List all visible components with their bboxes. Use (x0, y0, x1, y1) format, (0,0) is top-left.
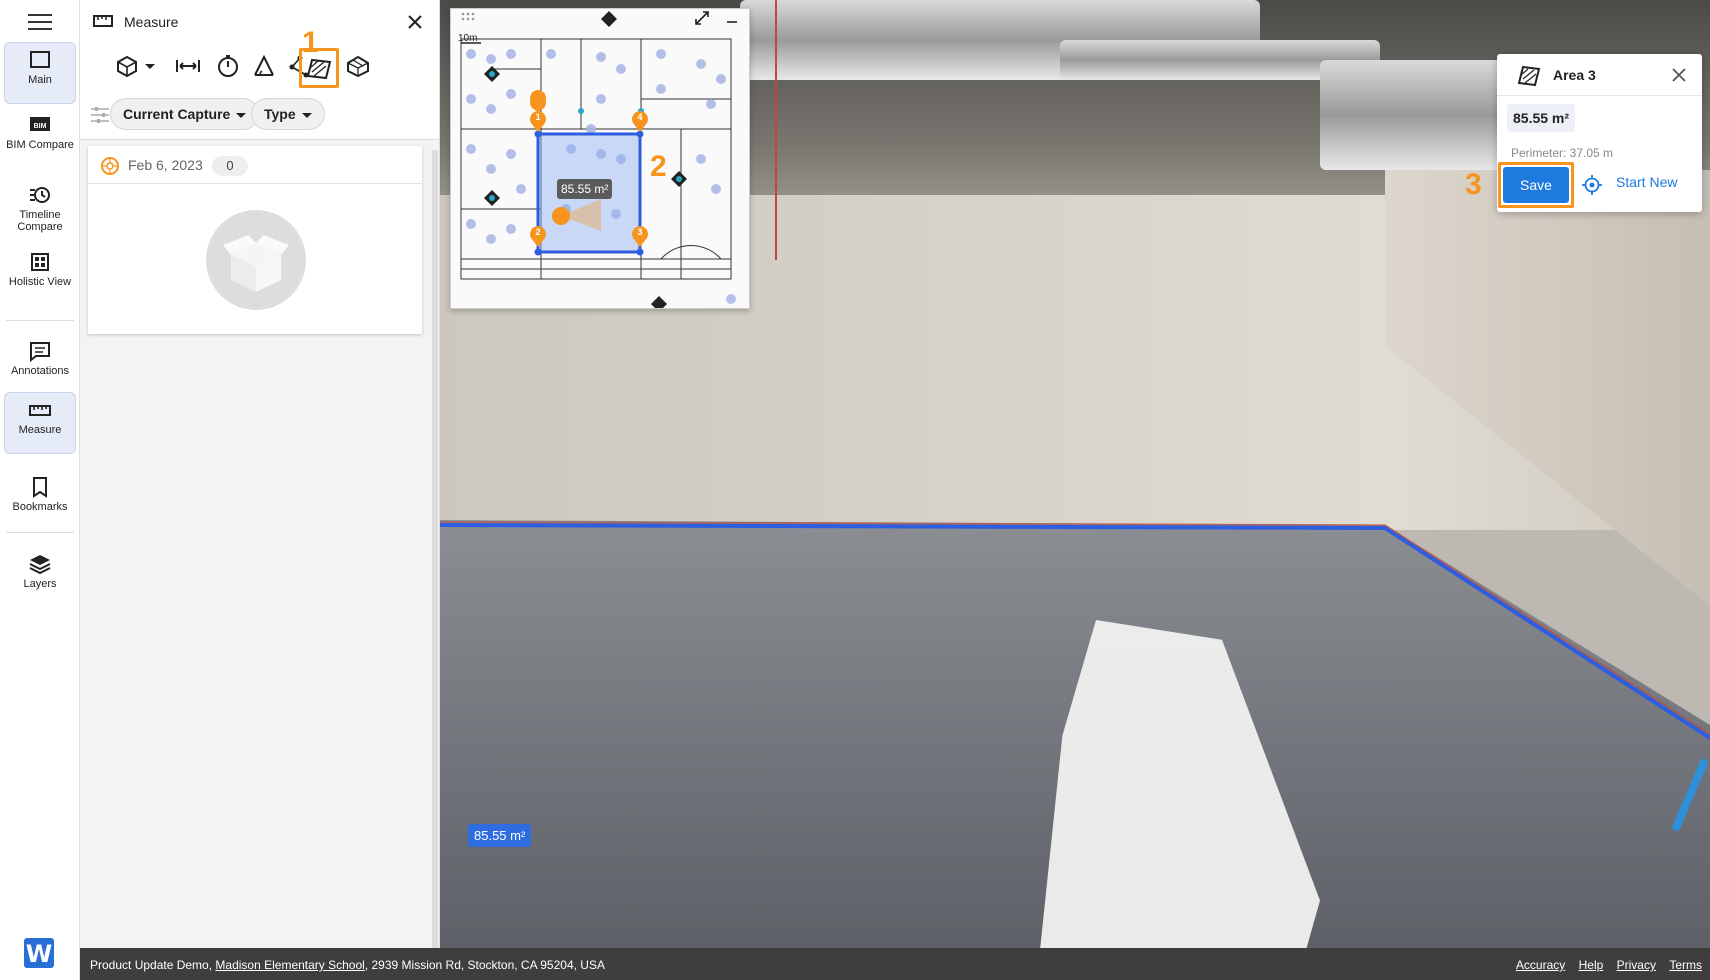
step-marker-1: 1 (302, 26, 319, 59)
measure-toolbar (80, 44, 439, 90)
close-icon[interactable] (405, 12, 425, 32)
perimeter-text: Perimeter: 37.05 m (1511, 146, 1614, 160)
map-scale: 10m (458, 33, 478, 44)
step-marker-3: 3 (1465, 168, 1482, 201)
nav-bookmarks[interactable]: Bookmarks (4, 470, 76, 518)
volume-tool[interactable] (342, 50, 374, 82)
accuracy-link[interactable]: Accuracy (1516, 958, 1565, 972)
capture-card[interactable]: Feb 6, 2023 0 (88, 146, 422, 334)
expand-icon[interactable] (693, 9, 711, 27)
project-name: Product Update Demo, (90, 958, 216, 972)
capture-filter-label: Current Capture (123, 106, 231, 122)
nav-bim-compare[interactable]: BIM BIM Compare (4, 108, 76, 166)
app-logo: W (24, 938, 54, 968)
sliders-icon[interactable] (90, 106, 110, 124)
panel-scrollbar[interactable] (432, 150, 438, 948)
caret-down-icon (236, 112, 247, 118)
marker-label: 2 (535, 227, 540, 237)
floorplan-minimap[interactable]: 1 2 3 4 10m 85.55 m² (450, 8, 750, 309)
capture-filter-dropdown[interactable]: Current Capture (110, 98, 260, 130)
measurement-count-badge: 0 (212, 156, 248, 176)
empty-box-illustration (206, 210, 306, 310)
footer-links: Accuracy Help Privacy Terms (1506, 958, 1702, 972)
nav-layers[interactable]: Layers (4, 547, 76, 595)
distance-icon (176, 60, 200, 72)
type-filter-label: Type (264, 106, 296, 122)
help-link[interactable]: Help (1579, 958, 1604, 972)
step-marker-2: 2 (650, 150, 667, 183)
minimap-area-label: 85.55 m² (557, 179, 613, 199)
nav-divider (6, 532, 74, 533)
nav-label: Measure (18, 424, 62, 436)
filter-bar: Current Capture Type (80, 90, 439, 140)
nav-label: Bookmarks (12, 501, 68, 513)
ruler-icon (93, 15, 113, 27)
panel-title: Measure (124, 14, 179, 30)
layers-icon (29, 555, 51, 575)
drag-handle-icon[interactable] (459, 9, 477, 27)
close-icon[interactable] (1670, 66, 1688, 84)
minimize-icon[interactable] (723, 9, 741, 27)
caret-down-icon (301, 112, 312, 118)
marker-label: 4 (637, 112, 642, 122)
measure-panel: Measure Current Capture Type (80, 0, 440, 948)
capture-date: Feb 6, 2023 (128, 157, 203, 173)
square-icon (30, 51, 50, 68)
area-label-tag[interactable]: 85.55 m² (468, 824, 532, 847)
nav-timeline-compare[interactable]: Timeline Compare (4, 178, 76, 236)
nav-label: BIM Compare (6, 139, 74, 151)
grid-icon (31, 253, 49, 271)
comment-icon (30, 342, 50, 362)
angle-icon (254, 54, 274, 76)
open-box-icon (223, 235, 289, 292)
type-filter-dropdown[interactable]: Type (251, 98, 325, 130)
footer-bar: Product Update Demo, Madison Elementary … (80, 948, 1710, 980)
terms-link[interactable]: Terms (1669, 958, 1702, 972)
distance-tool[interactable] (172, 50, 204, 82)
nav-label: Annotations (10, 365, 70, 377)
nav-label: Timeline Compare (17, 209, 63, 233)
area-title: Area 3 (1553, 67, 1596, 83)
nav-holistic-view[interactable]: Holistic View (4, 245, 76, 293)
bim-icon: BIM (30, 117, 50, 131)
left-nav: Main BIM BIM Compare Timeline Compare Ho… (0, 0, 80, 980)
volume-icon (347, 55, 369, 78)
stopwatch-icon (218, 55, 238, 77)
svg-text:BIM: BIM (34, 123, 47, 130)
area-value: 85.55 m² (1507, 104, 1576, 132)
project-address: Product Update Demo, Madison Elementary … (90, 958, 605, 972)
save-button[interactable]: Save (1503, 167, 1569, 203)
nav-label: Layers (23, 578, 57, 590)
area-card-header: Area 3 (1497, 54, 1702, 96)
height-tool[interactable] (212, 50, 244, 82)
nav-label: Main (28, 74, 52, 86)
start-new-button[interactable]: Start New (1582, 174, 1677, 190)
privacy-link[interactable]: Privacy (1617, 958, 1656, 972)
marker-label: 1 (535, 112, 540, 122)
area-icon (1517, 65, 1541, 87)
capture-aperture-icon (101, 157, 119, 175)
school-link[interactable]: Madison Elementary School (215, 958, 364, 972)
bookmark-icon (33, 477, 47, 498)
cube-icon (117, 55, 155, 78)
marker-label: 3 (637, 227, 642, 237)
clock-history-icon (30, 187, 50, 203)
address-text: , 2939 Mission Rd, Stockton, CA 95204, U… (364, 958, 605, 972)
angle-tool[interactable] (248, 50, 280, 82)
start-new-label: Start New (1616, 174, 1678, 190)
3d-shape-dropdown[interactable] (114, 50, 160, 82)
nav-main[interactable]: Main (4, 42, 76, 104)
floorplan-drawing: 1 2 3 4 (460, 11, 736, 308)
nav-divider (6, 320, 74, 321)
nav-measure[interactable]: Measure (4, 392, 76, 454)
ruler-icon (29, 405, 51, 416)
nav-label: Holistic View (8, 276, 72, 288)
panel-header: Measure (80, 0, 439, 44)
nav-annotations[interactable]: Annotations (4, 334, 76, 382)
menu-icon[interactable] (28, 14, 52, 32)
capture-header: Feb 6, 2023 0 (88, 146, 422, 184)
